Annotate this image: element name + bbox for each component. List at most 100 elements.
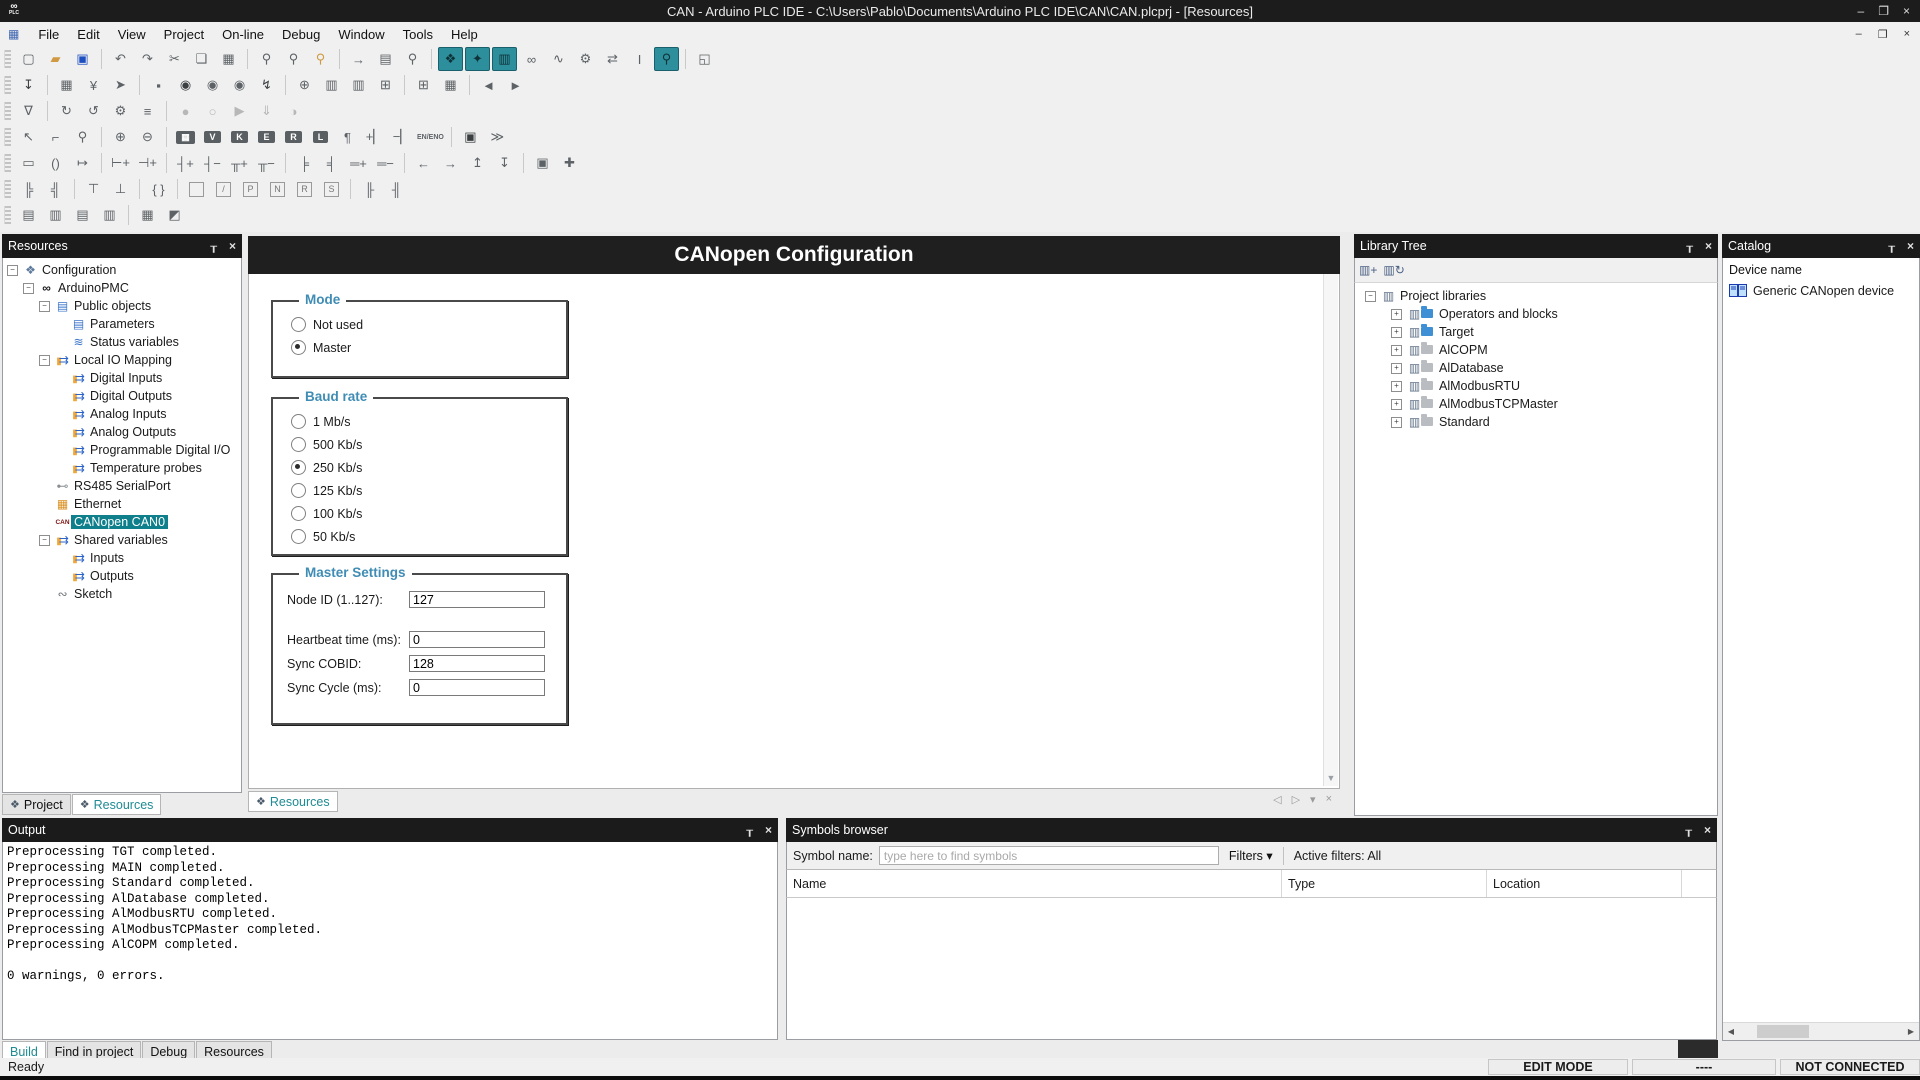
network-before-button[interactable]: ╠ [16, 177, 41, 201]
menu-window[interactable]: Window [329, 24, 393, 45]
column-header-location[interactable]: Location [1487, 870, 1682, 897]
authenticate-key-button[interactable]: ¥ [81, 73, 106, 97]
tree-item-almodbusrtu[interactable]: +▥AlModbusRTU [1355, 377, 1717, 395]
symbol-search-input[interactable] [879, 846, 1219, 865]
library-window-button[interactable]: ▥ [492, 47, 517, 71]
tab-resources-document[interactable]: ❖ Resources [248, 791, 338, 812]
menu-file[interactable]: File [29, 24, 68, 45]
new-button[interactable]: ▢ [16, 47, 41, 71]
watch-window-button[interactable]: ∞ [519, 47, 544, 71]
scroll-left-icon[interactable]: ◀ [1723, 1027, 1739, 1036]
toolbar-grip[interactable] [4, 128, 11, 146]
run-plc-button[interactable]: ↯ [254, 73, 279, 97]
vertical-scrollbar[interactable]: ▼ [1323, 274, 1338, 786]
baud-option-500-kb-s[interactable]: 500 Kb/s [291, 436, 566, 453]
tree-item-ethernet[interactable]: ▦Ethernet [3, 495, 241, 513]
go-to-button[interactable]: → [346, 47, 371, 71]
tree-item-target[interactable]: +▥Target [1355, 323, 1717, 341]
field-input[interactable] [409, 655, 545, 672]
tool-window-button[interactable]: ✦ [465, 47, 490, 71]
expand-icon[interactable]: + [1391, 363, 1402, 374]
scroll-right-icon[interactable]: ▶ [1903, 1027, 1919, 1036]
tree-item-standard[interactable]: +▥Standard [1355, 413, 1717, 431]
toolbar-grip[interactable] [4, 180, 11, 198]
rung-view-4-button[interactable]: ▥ [97, 203, 122, 227]
undo-button[interactable]: ↶ [108, 47, 133, 71]
minimize-button[interactable]: – [1858, 4, 1865, 18]
add-pin-button[interactable]: +▏ [362, 125, 387, 149]
power-rail-button[interactable]: ╟ [357, 177, 382, 201]
mdi-close-button[interactable]: × [1904, 28, 1910, 41]
en-eno-toggle-button[interactable]: EN/ENO [416, 125, 445, 149]
grid-toggle-button[interactable]: ▦ [135, 203, 160, 227]
radio-unchecked-icon[interactable] [291, 483, 306, 498]
next-document-icon[interactable]: ▷ [1292, 793, 1300, 806]
r-box-button[interactable]: R [292, 177, 317, 201]
download-button[interactable]: ↧ [16, 73, 41, 97]
options-window-button[interactable]: ⚙ [573, 47, 598, 71]
pin-icon[interactable]: ┰ [1888, 240, 1895, 253]
catalog-device-item[interactable]: Generic CANopen device [1723, 281, 1919, 301]
oscilloscope-window-button[interactable]: ∿ [546, 47, 571, 71]
radio-unchecked-icon[interactable] [291, 317, 306, 332]
continue-button[interactable]: ▶ [227, 99, 252, 123]
cut-button[interactable]: ✂ [162, 47, 187, 71]
close-document-icon[interactable]: × [1326, 793, 1332, 806]
menu-debug[interactable]: Debug [273, 24, 329, 45]
find-button[interactable]: ⚲ [254, 47, 279, 71]
open-button[interactable]: ▰ [43, 47, 68, 71]
field-input[interactable] [409, 591, 545, 608]
close-button[interactable]: × [1903, 4, 1910, 18]
warm-restart-button[interactable]: ◉ [200, 73, 225, 97]
collapse-icon[interactable]: − [23, 283, 34, 294]
paste-object-button[interactable]: ▣ [530, 151, 555, 175]
cross-reference-window-button[interactable]: I [627, 47, 652, 71]
redo-button[interactable]: ↷ [135, 47, 160, 71]
move-right-button[interactable]: → [438, 151, 463, 175]
tree-item-configuration[interactable]: −❖Configuration [3, 261, 241, 279]
column-header-name[interactable]: Name [787, 870, 1282, 897]
tree-item-arduinopmc[interactable]: −∞ArduinoPMC [3, 279, 241, 297]
rung-view-2-button[interactable]: ▥ [43, 203, 68, 227]
tree-item-programmable-digital-i-o[interactable]: ▮⇉Programmable Digital I/O [3, 441, 241, 459]
breakpoint-button[interactable]: ○ [200, 99, 225, 123]
tree-item-shared-variables[interactable]: −▮⇉Shared variables [3, 531, 241, 549]
tree-item-inputs[interactable]: ▮⇉Inputs [3, 549, 241, 567]
move-left-button[interactable]: ← [411, 151, 436, 175]
branch-after-button[interactable]: ╡ [319, 151, 344, 175]
braces-block-button[interactable]: { } [146, 177, 171, 201]
pin-icon[interactable]: ┰ [746, 824, 753, 837]
expand-icon[interactable]: + [1391, 309, 1402, 320]
align-objects-button[interactable]: ≡ [135, 99, 160, 123]
network-after-button[interactable]: ╣ [43, 177, 68, 201]
close-icon[interactable]: × [229, 239, 236, 253]
tab-project[interactable]: ❖Project [2, 794, 71, 815]
print-preview-button[interactable]: ⚲ [400, 47, 425, 71]
mdi-minimize-button[interactable]: – [1856, 28, 1862, 41]
scrollbar-thumb[interactable] [1757, 1025, 1809, 1038]
tree-item-analog-inputs[interactable]: ▮⇉Analog Inputs [3, 405, 241, 423]
collapse-icon[interactable]: − [39, 301, 50, 312]
menu-tools[interactable]: Tools [394, 24, 442, 45]
paste-button[interactable]: ▦ [216, 47, 241, 71]
series-plus-button[interactable]: ┤+ [173, 151, 198, 175]
rung-plus-button[interactable]: ═+ [346, 151, 371, 175]
radio-checked-icon[interactable] [291, 460, 306, 475]
step-over-button[interactable]: ◑ [281, 99, 306, 123]
network-view-button[interactable]: ⊕ [292, 73, 317, 97]
auto-arrange-button[interactable]: ≫ [485, 125, 510, 149]
baud-option-125-kb-s[interactable]: 125 Kb/s [291, 482, 566, 499]
copy-button[interactable]: ❏ [189, 47, 214, 71]
scroll-down-icon[interactable]: ▼ [1324, 771, 1338, 786]
replace-button[interactable]: ⚲ [281, 47, 306, 71]
restore-button[interactable]: ❐ [1878, 4, 1889, 18]
close-icon[interactable]: × [1705, 239, 1712, 253]
tree-item-digital-outputs[interactable]: ▮⇉Digital Outputs [3, 387, 241, 405]
mdi-restore-button[interactable]: ❐ [1878, 28, 1888, 41]
series-minus-button[interactable]: ┤− [200, 151, 225, 175]
new-contact-button[interactable]: ▭ [16, 151, 41, 175]
rung-minus-button[interactable]: ═− [373, 151, 398, 175]
branch-before-button[interactable]: ╞ [292, 151, 317, 175]
rung-view-3-button[interactable]: ▤ [70, 203, 95, 227]
select-pointer-button[interactable]: ↖ [16, 125, 41, 149]
